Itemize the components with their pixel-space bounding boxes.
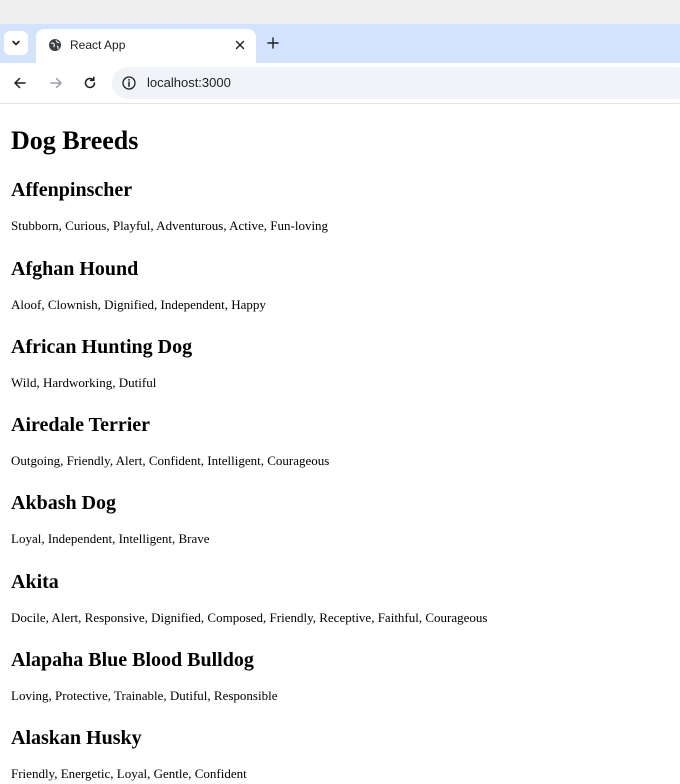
breed-temperament: Loyal, Independent, Intelligent, Brave [11,531,210,546]
breed-temperament: Docile, Alert, Responsive, Dignified, Co… [11,610,488,625]
breed-name: Airedale Terrier [11,414,151,436]
url-text: localhost:3000 [147,75,231,90]
breed-temperament: Aloof, Clownish, Dignified, Independent,… [11,297,266,312]
breed-name: Akita [11,571,59,593]
info-icon[interactable] [122,76,136,90]
page-title: Dog Breeds [11,126,139,155]
breed-entry: Akita Docile, Alert, Responsive, Dignifi… [11,570,671,625]
chevron-down-icon [12,40,20,46]
reload-button[interactable] [80,73,100,93]
arrow-left-icon [14,77,26,89]
breed-entry: Affenpinscher Stubborn, Curious, Playful… [11,178,671,233]
window-top-strip [0,0,680,24]
breed-name: Alaskan Husky [11,727,142,749]
breed-entry: Alapaha Blue Blood Bulldog Loving, Prote… [11,648,671,703]
breed-name: African Hunting Dog [11,336,193,358]
breed-name: Afghan Hound [11,258,139,280]
tab-title: React App [70,38,126,52]
breed-name: Akbash Dog [11,492,117,514]
tab-strip: React App [0,24,680,63]
breed-name: Alapaha Blue Blood Bulldog [11,649,254,671]
tab-active[interactable]: React App [36,29,256,63]
breed-entry: Airedale Terrier Outgoing, Friendly, Ale… [11,413,671,468]
page-content: Dog Breeds Affenpinscher Stubborn, Curio… [0,104,680,784]
new-tab-button[interactable] [262,32,284,54]
arrow-right-icon [50,77,62,89]
breed-temperament: Stubborn, Curious, Playful, Adventurous,… [11,218,329,233]
breed-entry: Afghan Hound Aloof, Clownish, Dignified,… [11,257,671,312]
forward-button[interactable] [46,73,66,93]
breed-temperament: Wild, Hardworking, Dutiful [11,375,157,390]
breed-entry: Alaskan Husky Friendly, Energetic, Loyal… [11,726,671,781]
reload-icon [84,76,96,89]
address-bar[interactable]: localhost:3000 [112,67,680,99]
globe-icon [49,39,61,51]
breed-name: Affenpinscher [11,179,133,201]
breed-temperament: Loving, Protective, Trainable, Dutiful, … [11,688,278,703]
back-button[interactable] [10,73,30,93]
plus-icon [267,37,279,49]
breed-entry: Akbash Dog Loyal, Independent, Intellige… [11,491,671,546]
tab-close-button[interactable] [230,35,250,55]
breed-temperament: Friendly, Energetic, Loyal, Gentle, Conf… [11,766,247,781]
breed-entry: African Hunting Dog Wild, Hardworking, D… [11,335,671,390]
breed-temperament: Outgoing, Friendly, Alert, Confident, In… [11,453,330,468]
tab-search-button[interactable] [4,31,28,55]
close-icon [235,40,245,50]
browser-toolbar: localhost:3000 [0,63,680,104]
